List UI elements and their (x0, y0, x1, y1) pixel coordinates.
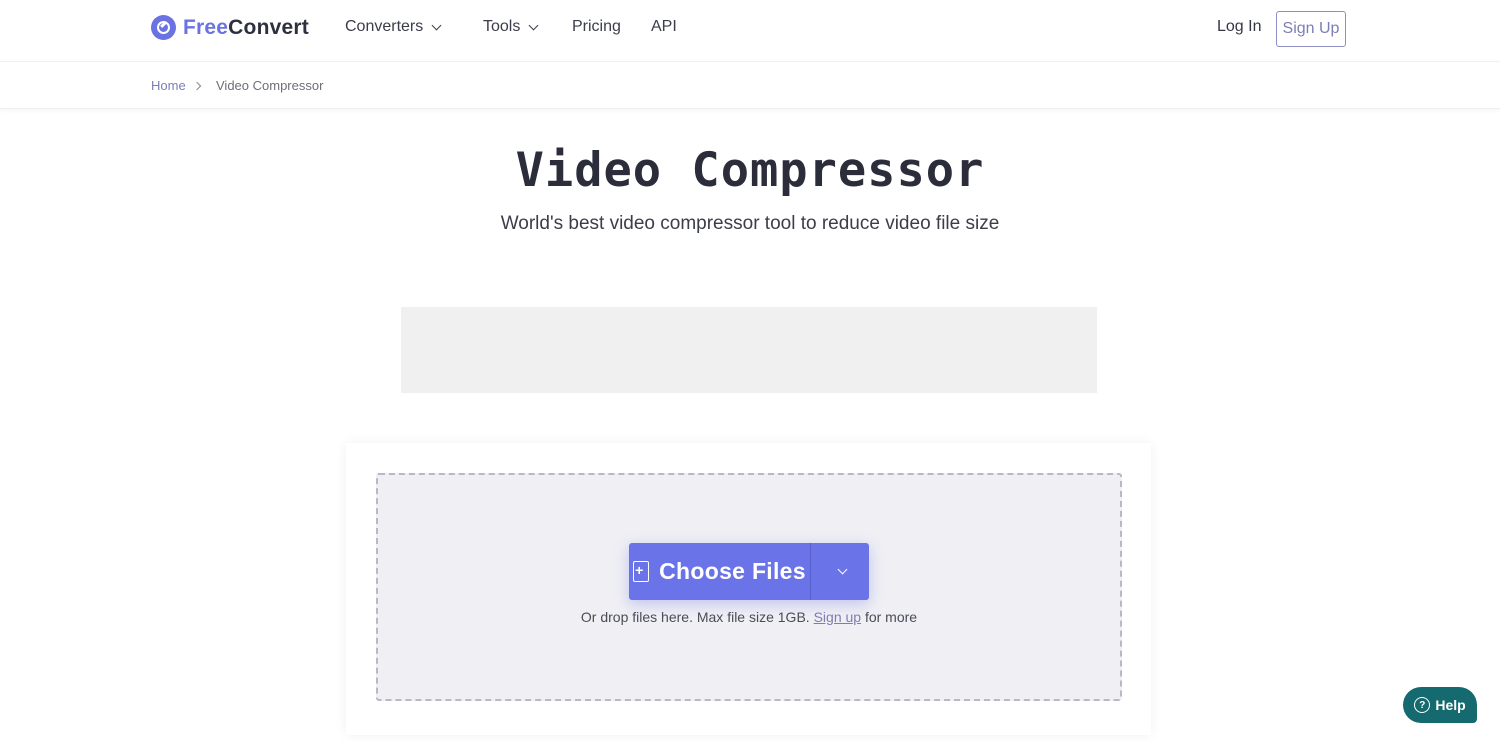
nav-api[interactable]: API (651, 18, 677, 36)
chevron-down-icon (528, 20, 539, 30)
file-dropzone[interactable]: Choose Files Or drop files here. Max fil… (376, 473, 1122, 701)
upload-card: Choose Files Or drop files here. Max fil… (346, 443, 1151, 735)
nav-tools[interactable]: Tools (483, 18, 539, 36)
chevron-down-icon (431, 20, 442, 30)
ad-placeholder (401, 307, 1097, 393)
signup-button[interactable]: Sign Up (1276, 11, 1346, 47)
file-add-icon (633, 561, 650, 582)
page-subtitle: World's best video compressor tool to re… (500, 213, 1000, 234)
choose-files-button-group: Choose Files (629, 543, 869, 600)
signup-link[interactable]: Sign up (814, 609, 861, 625)
nav-converters-label: Converters (345, 18, 424, 35)
chevron-right-icon (192, 81, 202, 91)
login-link[interactable]: Log In (1217, 18, 1261, 36)
chevron-down-icon (837, 564, 847, 575)
choose-files-label: Choose Files (659, 558, 806, 584)
breadcrumb: Home Video Compressor (0, 63, 1500, 109)
freeconvert-logo[interactable]: FreeConvert (151, 15, 309, 40)
nav-pricing[interactable]: Pricing (572, 18, 621, 36)
nav-converters[interactable]: Converters (345, 18, 442, 36)
upload-source-dropdown[interactable] (811, 543, 869, 600)
logo-text-convert: Convert (228, 15, 309, 39)
logo-icon (151, 15, 176, 40)
nav-tools-label: Tools (483, 18, 521, 35)
logo-text-free: Free (183, 15, 229, 39)
nav-pricing-label: Pricing (572, 18, 621, 35)
help-label: Help (1435, 697, 1466, 713)
upload-hint-suffix: for more (864, 609, 918, 625)
upload-hint-text: Or drop files here. Max file size 1GB. (580, 609, 810, 625)
help-button[interactable]: ? Help (1403, 687, 1477, 723)
breadcrumb-current: Video Compressor (216, 78, 324, 93)
page-title: Video Compressor (515, 143, 985, 198)
breadcrumb-home[interactable]: Home (151, 78, 186, 93)
nav-api-label: API (651, 18, 677, 35)
top-navigation: FreeConvert Converters Tools Pricing API… (0, 0, 1500, 62)
question-circle-icon: ? (1414, 697, 1431, 713)
upload-hint: Or drop files here. Max file size 1GB. S… (378, 609, 1120, 625)
choose-files-button[interactable]: Choose Files (629, 543, 811, 600)
